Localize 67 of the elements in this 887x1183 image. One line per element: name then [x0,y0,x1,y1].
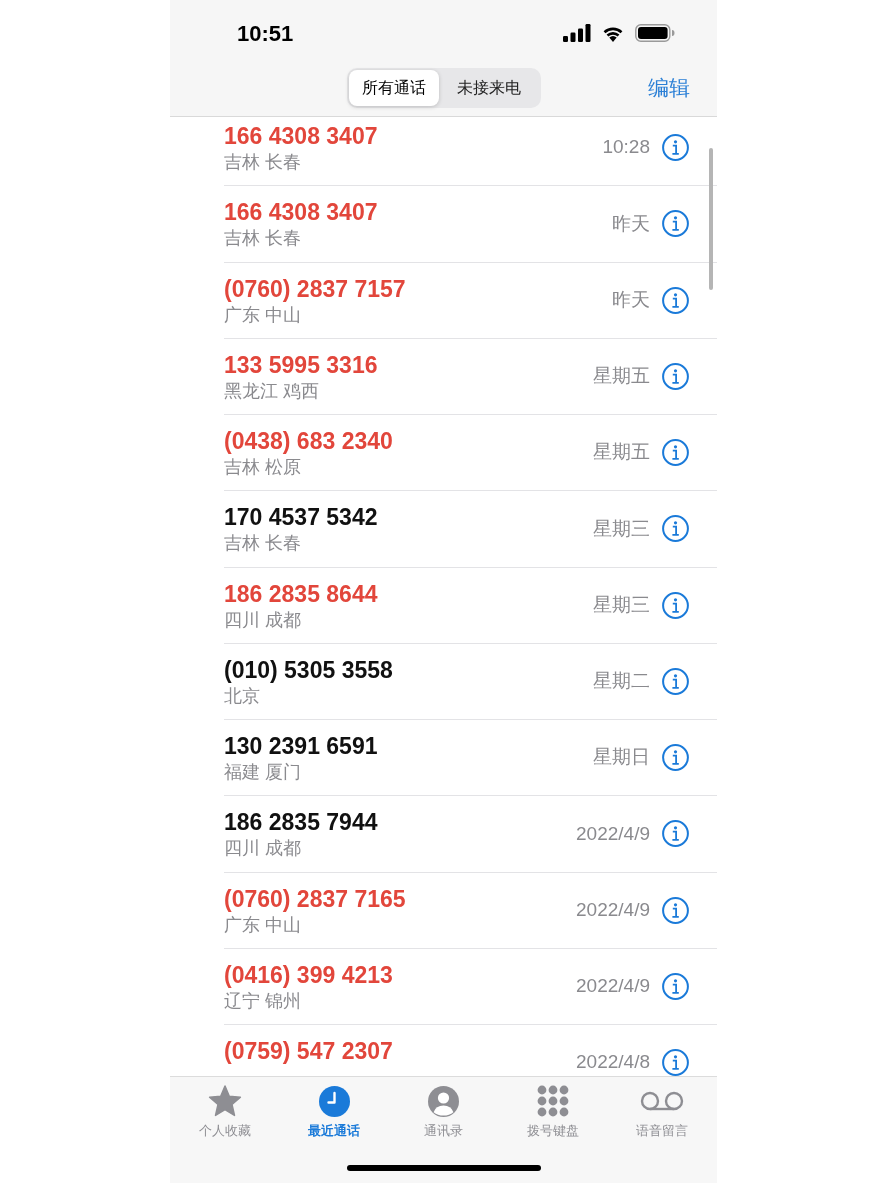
call-time: 昨天 [612,211,650,236]
battery-icon [635,24,675,42]
info-icon[interactable] [662,362,689,390]
info-icon[interactable] [662,134,689,162]
info-icon[interactable] [662,667,689,695]
call-time: 星期三 [593,516,650,541]
call-time: 2022/4/9 [576,821,650,846]
call-location: 吉林 松原 [224,456,302,479]
call-time: 星期五 [593,440,650,465]
phone-number: (0759) 547 2307 [224,1037,393,1065]
call-time: 星期三 [593,592,650,617]
segment-tab[interactable]: 未接来电 [438,70,539,106]
info-icon[interactable] [662,820,689,848]
info-icon[interactable] [662,972,689,1000]
keypad-icon [536,1085,569,1117]
phone-number: (0416) 399 4213 [224,960,393,989]
info-icon[interactable] [662,896,689,924]
info-icon[interactable] [662,1049,689,1076]
call-location: 四川 成都 [224,837,302,861]
phone-number: (0760) 2837 7165 [224,884,406,913]
call-time: 10:28 [602,135,650,160]
call-time: 昨天 [612,287,650,312]
call-location: 广东 中山 [224,913,302,937]
status-time: 10:51 [237,19,294,48]
person-icon [428,1085,459,1117]
clock-icon [318,1085,350,1117]
call-location: 吉林 长春 [224,227,302,251]
phone-number: (0438) 683 2340 [224,427,393,455]
phone-number: (010) 5305 3558 [224,655,393,684]
call-time: 2022/4/9 [576,897,650,922]
info-icon[interactable] [662,515,689,543]
call-location: 辽宁 锦州 [224,989,302,1013]
info-icon[interactable] [662,210,689,238]
call-time: 星期日 [593,745,650,770]
info-icon[interactable] [662,286,689,314]
call-location: 福建 厦门 [224,761,302,784]
call-time: 星期五 [593,364,650,389]
voicemail-icon [640,1091,685,1111]
signal-icon [563,24,591,42]
call-time: 2022/4/8 [576,1050,650,1075]
call-location: 黑龙江 鸡西 [224,379,320,403]
edit-button[interactable]: 编辑 [648,72,690,104]
info-icon[interactable] [662,744,689,772]
segment-tab[interactable]: 所有通话 [348,70,439,106]
phone-number: 166 4308 3407 [224,198,378,227]
tab-bar-item[interactable]: 个人收藏 [170,1077,280,1140]
info-icon[interactable] [662,591,689,619]
phone-number: 130 2391 6591 [224,732,378,760]
call-location: 吉林 长春 [224,151,302,174]
tab-bar-item[interactable]: 最近通话 [279,1077,389,1140]
phone-number: 133 5995 3316 [224,350,378,379]
info-icon[interactable] [662,439,689,467]
call-location: 北京 [224,684,261,708]
call-time: 星期二 [593,669,650,694]
call-location: 四川 成都 [224,608,302,632]
phone-number: 170 4537 5342 [224,503,378,532]
call-location: 广东 中山 [224,303,302,327]
call-time: 2022/4/9 [576,974,650,999]
tab-bar-item[interactable]: 通讯录 [388,1077,499,1140]
phone-number: 186 2835 7944 [224,808,378,837]
call-location: 吉林 长春 [224,532,302,556]
tab-bar-item[interactable]: 拨号键盘 [498,1077,608,1140]
tab-bar-item[interactable]: 语音留言 [607,1077,718,1140]
phone-number: (0760) 2837 7157 [224,274,406,303]
phone-number: 186 2835 8644 [224,579,378,608]
phone-number: 166 4308 3407 [224,122,378,150]
star-icon [207,1084,242,1118]
